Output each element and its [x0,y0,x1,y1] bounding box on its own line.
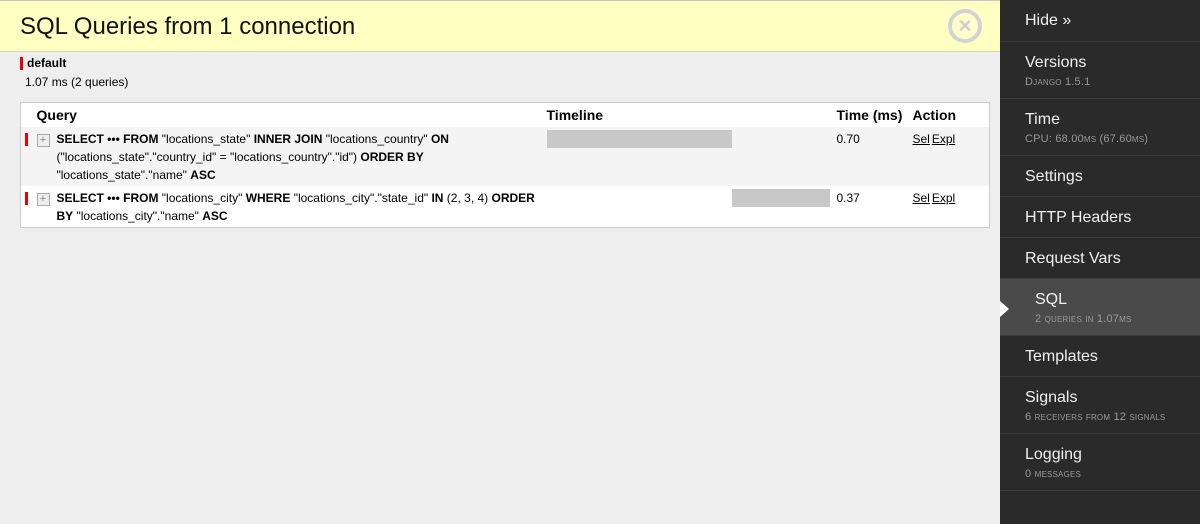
sidebar-item-title: Templates [1025,348,1098,365]
timeline-bar [732,188,831,207]
query-text: SELECT ••• FROM "locations_state" INNER … [57,127,547,186]
sidebar-item-title: SQL [1035,291,1068,308]
timeline-track [547,188,831,207]
expand-toggle-icon[interactable]: + [36,133,50,147]
table-row: + SELECT ••• FROM "locations_city" WHERE… [20,185,990,228]
query-text: SELECT ••• FROM "locations_city" WHERE "… [57,186,547,228]
sql-text: "locations_city" [158,190,246,205]
sidebar-item-subtitle: 2 queries in 1.07ms [1035,313,1132,325]
sql-keyword: INNER JOIN [253,131,323,146]
sidebar-item-title: HTTP Headers [1025,209,1132,226]
sql-keyword: FROM [123,190,159,205]
header-timeline: Timeline [546,107,604,123]
sidebar-item-title: Versions [1025,54,1087,71]
query-time: 0.70 [836,131,860,146]
expl-link[interactable]: Expl [932,191,955,205]
sidebar-item-subtitle: 0 messages [1025,468,1082,480]
queries-table: Query Timeline Time (ms) Action + SELECT… [20,102,990,228]
sidebar-item-subtitle: CPU: 68.00ms (67.60ms) [1025,133,1149,145]
sidebar-item-settings[interactable]: Settings [1000,156,1200,197]
sql-text: (2, 3, 4) [443,190,492,205]
query-time: 0.37 [836,190,860,205]
query-actions: Sel Expl [913,186,990,228]
sql-keyword: ASC [190,167,216,182]
header-action: Action [912,107,957,123]
sidebar-item-http-headers[interactable]: HTTP Headers [1000,197,1200,238]
header-time: Time (ms) [836,107,903,123]
sql-keyword: WHERE [245,190,291,205]
sidebar-item-versions[interactable]: Versions Django 1.5.1 [1000,42,1200,99]
sql-keyword: ••• [103,190,124,205]
database-name: default [20,57,128,70]
sql-keyword: FROM [123,131,159,146]
sql-keyword: IN [431,190,444,205]
sidebar-item-title: Settings [1025,168,1083,185]
panel-title: SQL Queries from 1 connection [20,13,356,40]
sidebar-item-title: Logging [1025,446,1082,463]
sql-keyword: ••• [103,131,124,146]
sidebar-item-time[interactable]: Time CPU: 68.00ms (67.60ms) [1000,99,1200,156]
header-query: Query [36,107,77,123]
sql-text: ("locations_state"."country_id" = "locat… [56,149,361,164]
expand-toggle-icon[interactable]: + [36,192,50,206]
sql-keyword: ON [430,131,449,146]
sidebar-item-signals[interactable]: Signals 6 receivers from 12 signals [1000,377,1200,434]
table-header-row: Query Timeline Time (ms) Action [21,103,990,127]
sidebar-item-templates[interactable]: Templates [1000,336,1200,377]
close-icon: ✕ [957,15,973,36]
sql-text: "locations_state" [158,131,254,146]
sidebar-item-logging[interactable]: Logging 0 messages [1000,434,1200,491]
sidebar-item-title: Time [1025,111,1060,128]
expl-link[interactable]: Expl [932,132,955,146]
toolbar-sidebar: Hide » Versions Django 1.5.1 Time CPU: 68.0… [1000,0,1200,524]
sel-link[interactable]: Sel [913,191,930,205]
sql-keyword: ORDER BY [360,149,424,164]
hide-toolbar-link[interactable]: Hide » [1000,0,1200,42]
db-color-bar [25,132,28,146]
sidebar-item-sql[interactable]: SQL 2 queries in 1.07ms [1000,279,1200,336]
database-stats: 1.07 ms (2 queries) [25,75,129,89]
sql-keyword: SELECT [56,131,104,146]
sql-keyword: ASC [202,208,228,223]
table-row: + SELECT ••• FROM "locations_state" INNE… [20,126,990,186]
sql-text: "locations_country" [322,131,431,146]
sql-keyword: SELECT [56,190,104,205]
query-actions: Sel Expl [913,127,990,186]
sidebar-item-request-vars[interactable]: Request Vars [1000,238,1200,279]
sidebar-item-subtitle: Django 1.5.1 [1025,76,1091,88]
sidebar-item-title: Request Vars [1025,250,1121,267]
sql-text: "locations_city"."state_id" [290,190,432,205]
sql-text: "locations_city"."name" [73,208,203,223]
db-color-bar [25,191,28,205]
sql-text: "locations_state"."name" [56,167,191,182]
database-info: default 1.07 ms (2 queries) [20,57,128,89]
close-button[interactable]: ✕ [948,9,982,43]
timeline-track [546,129,831,148]
panel-header: SQL Queries from 1 connection ✕ [0,0,1000,52]
sidebar-item-subtitle: 6 receivers from 12 signals [1025,411,1166,423]
sidebar-item-title: Signals [1025,389,1078,406]
sql-panel: SQL Queries from 1 connection ✕ default … [0,0,1000,524]
timeline-bar [546,129,733,148]
sel-link[interactable]: Sel [913,132,930,146]
hide-label: Hide » [1025,12,1072,29]
